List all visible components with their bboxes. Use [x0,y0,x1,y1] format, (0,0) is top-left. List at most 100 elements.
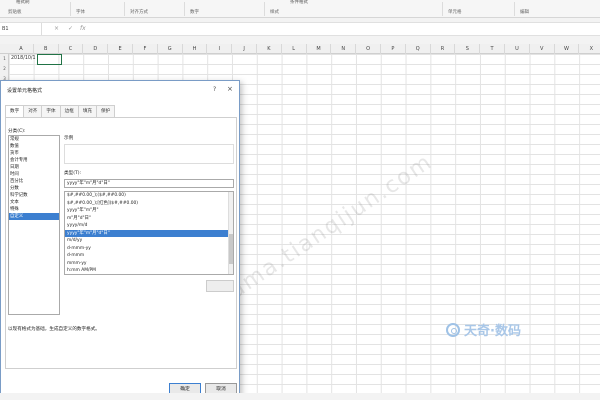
category-list[interactable]: 常规 数值 货币 会计专用 日期 时间 百分比 分数 科学记数 文本 特殊 自定义 [8,135,60,315]
number-tab-pane: 分类(C): 常规 数值 货币 会计专用 日期 时间 百分比 分数 科学记数 文本 特殊 自定义 示例… [5,117,237,369]
row-header[interactable]: 1 [0,56,9,61]
type-label: 类型(T): [64,171,82,176]
ribbon-separator [184,2,185,16]
site-logo: 天奇·数码 [446,320,521,339]
logo-text: 天奇·数码 [464,324,521,339]
format-items: $#,##0.00_);($#,##0.00) $#,##0.00_);[红色](… [65,192,233,274]
ribbon-group-label: 剪贴板 [8,10,22,15]
ribbon-group-label: 样式 [270,10,279,15]
column-header[interactable]: J [232,44,257,54]
format-item[interactable]: yyyy/m/d [65,222,233,230]
format-item[interactable]: mmm-yy [65,260,233,268]
column-header[interactable]: X [579,44,600,54]
category-item[interactable]: 百分比 [9,178,59,185]
category-item[interactable]: 数值 [9,143,59,150]
ribbon-separator [442,2,443,16]
dialog-tab[interactable]: 对齐 [23,105,43,117]
category-item[interactable]: 分数 [9,185,59,192]
column-header[interactable]: B [34,44,59,54]
column-header[interactable]: C [59,44,84,54]
column-header[interactable]: I [207,44,233,54]
category-item[interactable]: 特殊 [9,206,59,213]
column-header[interactable]: E [108,44,133,54]
column-header[interactable]: S [455,44,481,54]
ribbon-group-label: 编辑 [520,10,529,15]
column-header[interactable]: U [505,44,530,54]
format-item[interactable]: d-mmm-yy [65,245,233,253]
help-icon[interactable]: ? [213,86,216,93]
sample-box [64,144,234,164]
type-input[interactable]: yyyy"年"m"月"d"日" [64,179,234,188]
column-header[interactable]: H [183,44,208,54]
scrollbar-thumb[interactable] [229,234,233,264]
format-item[interactable]: d-mmm [65,252,233,260]
format-description: 以现有格式为基础，生成自定义的数字格式。 [8,327,100,332]
format-item[interactable]: m"月"d"日" [65,215,233,223]
column-header[interactable]: T [480,44,505,54]
status-bar [0,393,600,400]
dialog-tab[interactable]: 边框 [59,105,79,117]
category-item[interactable]: 常规 [9,136,59,143]
column-header[interactable]: O [356,44,381,54]
column-header[interactable]: R [431,44,456,54]
format-item[interactable]: m/d/yy [65,237,233,245]
row-header[interactable]: 2 [0,66,9,71]
ribbon-group-label: 对齐方式 [130,10,148,15]
format-item[interactable]: $#,##0.00_);[红色]($#,##0.00) [65,200,233,208]
ribbon-group-label: 单元格 [448,10,462,15]
format-item[interactable]: h:mm AM/PM [65,267,233,274]
format-painter-button[interactable]: 格式刷 [16,0,30,6]
delete-button[interactable] [206,280,234,292]
column-header[interactable]: M [307,44,332,54]
column-header[interactable]: K [257,44,282,54]
category-item[interactable]: 时间 [9,171,59,178]
format-item[interactable]: $#,##0.00_);($#,##0.00) [65,192,233,200]
dialog-tab[interactable]: 填充 [77,105,98,117]
formula-bar: B1 × ✓ fx [0,22,600,36]
format-list[interactable]: $#,##0.00_);($#,##0.00) $#,##0.00_);[红色](… [64,191,234,275]
dialog-tab[interactable]: 字体 [41,105,61,117]
ribbon-group-label: 数字 [190,10,199,15]
dialog-title: 设置单元格格式 [7,88,43,94]
cancel-icon[interactable]: × [54,25,59,33]
column-header[interactable]: F [133,44,158,54]
column-header[interactable]: G [158,44,183,54]
column-header[interactable]: A [9,44,34,54]
format-item[interactable]: yyyy"年"m"月" [65,207,233,215]
column-header[interactable]: L [282,44,307,54]
category-item[interactable]: 会计专用 [9,157,59,164]
ribbon-group-label: 字体 [76,10,85,15]
column-header[interactable]: V [530,44,555,54]
column-header[interactable]: D [83,44,109,54]
active-cell-b1[interactable] [37,54,62,65]
enter-icon[interactable]: ✓ [68,25,73,33]
category-item[interactable]: 货币 [9,150,59,157]
cell-a1[interactable]: 2018/10/1 [11,56,36,61]
column-header[interactable]: Q [406,44,431,54]
column-header[interactable]: P [381,44,406,54]
ribbon: 格式刷 条件格式 剪贴板 字体 对齐方式 数字 样式 单元格 编辑 [0,0,600,18]
sample-label: 示例 [64,136,74,141]
column-headers: ABCDEFGHIJKLMNOPQRSTUVWX [0,44,600,54]
dialog-tab[interactable]: 保护 [96,105,116,117]
close-icon[interactable]: × [227,85,233,93]
format-list-scrollbar[interactable] [228,192,233,274]
format-cells-dialog: 设置单元格格式 ? × 数字 对齐 字体 边框 填充 保护 分类(C): 常规 数值 货币 会计… [0,80,240,400]
format-item[interactable]: yyyy"年"m"月"d"日" [65,229,233,237]
ribbon-separator [264,2,265,16]
fx-icon[interactable]: fx [80,25,86,33]
ribbon-separator [70,2,71,16]
category-item[interactable]: 日期 [9,164,59,171]
category-label: 分类(C): [8,129,26,134]
conditional-format-button[interactable]: 条件格式 [290,0,308,6]
logo-icon [446,322,460,337]
dialog-tabs: 数字 对齐 字体 边框 填充 保护 [5,105,116,118]
category-item[interactable]: 文本 [9,199,59,206]
category-item[interactable]: 科学记数 [9,192,59,199]
name-box[interactable]: B1 [0,23,42,35]
category-item[interactable]: 自定义 [9,213,59,220]
column-header[interactable]: W [555,44,580,54]
column-header[interactable]: N [331,44,357,54]
ribbon-separator [124,2,125,16]
ribbon-separator [514,2,515,16]
